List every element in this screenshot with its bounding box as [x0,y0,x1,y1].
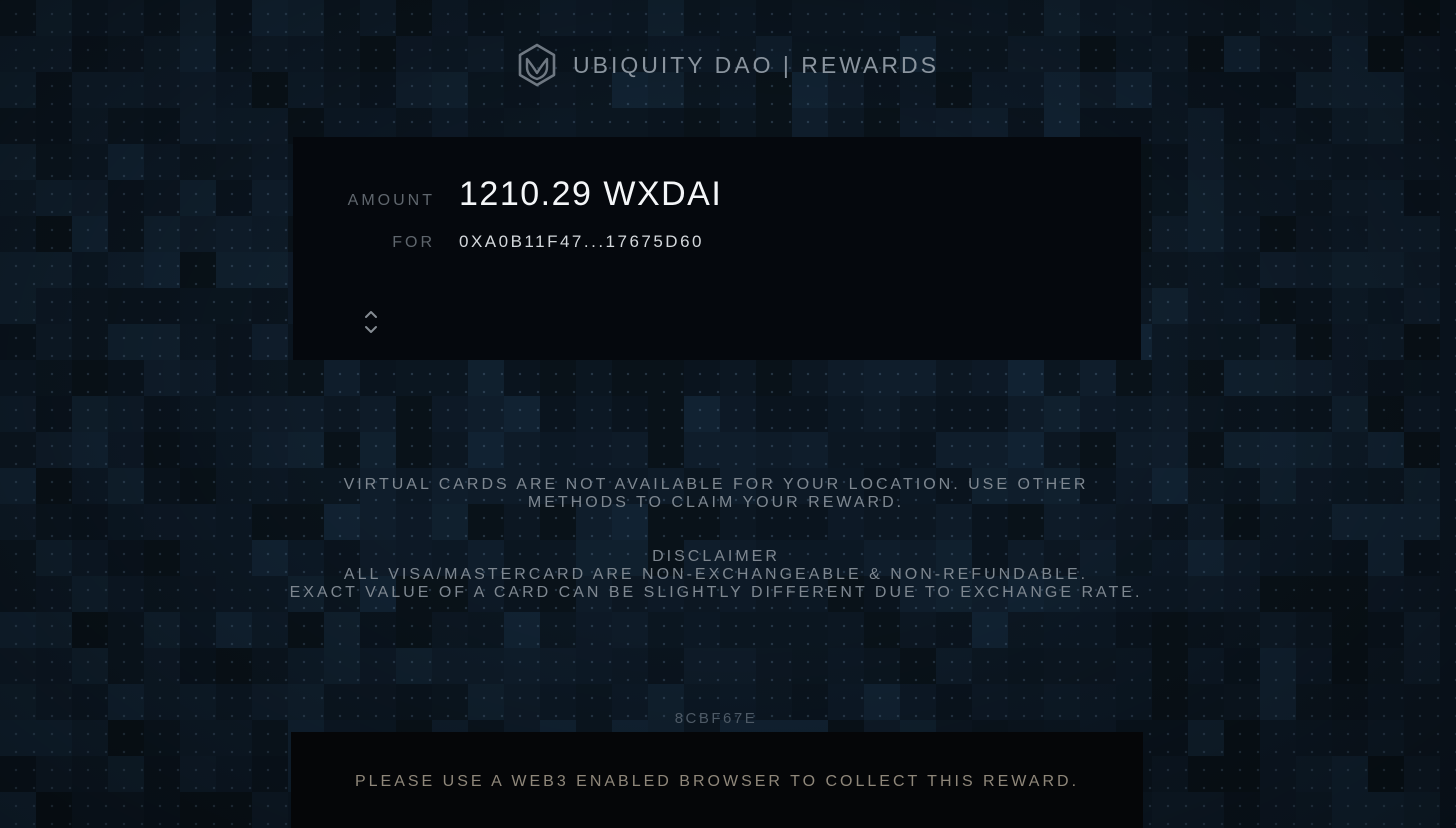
amount-row: AMOUNT 1210.29 WXDAI [293,175,722,214]
reward-card: AMOUNT 1210.29 WXDAI FOR 0XA0B11F47...17… [293,137,1141,360]
disclaimer-heading: DISCLAIMER [652,548,780,565]
build-hash: 8CBF67E [674,710,758,727]
page-title: UBIQUITY DAO | REWARDS [573,51,939,78]
location-notice: VIRTUAL CARDS ARE NOT AVAILABLE FOR YOUR… [0,476,1432,512]
web3-warning-bar: PLEASE USE A WEB3 ENABLED BROWSER TO COL… [291,732,1143,828]
recipient-address[interactable]: 0XA0B11F47...17675D60 [459,232,704,252]
background-vignette [0,0,1456,828]
ubiquity-logo-icon [518,43,556,87]
disclaimer-line: ALL VISA/MASTERCARD ARE NON-EXCHANGEABLE… [343,566,1089,583]
recipient-label: FOR [392,234,435,251]
notice-line: METHODS TO CLAIM YOUR REWARD. [527,494,905,511]
app-header: UBIQUITY DAO | REWARDS [0,43,1456,87]
notice-line: VIRTUAL CARDS ARE NOT AVAILABLE FOR YOUR… [343,476,1089,493]
chevron-up-down-icon[interactable] [363,307,379,337]
amount-label: AMOUNT [347,192,435,209]
amount-value: 1210.29 WXDAI [459,175,723,213]
web3-warning-message: PLEASE USE A WEB3 ENABLED BROWSER TO COL… [354,773,1080,790]
disclaimer: DISCLAIMER ALL VISA/MASTERCARD ARE NON-E… [0,548,1432,602]
recipient-row: FOR 0XA0B11F47...17675D60 [293,232,704,252]
disclaimer-line: EXACT VALUE OF A CARD CAN BE SLIGHTLY DI… [289,584,1143,601]
